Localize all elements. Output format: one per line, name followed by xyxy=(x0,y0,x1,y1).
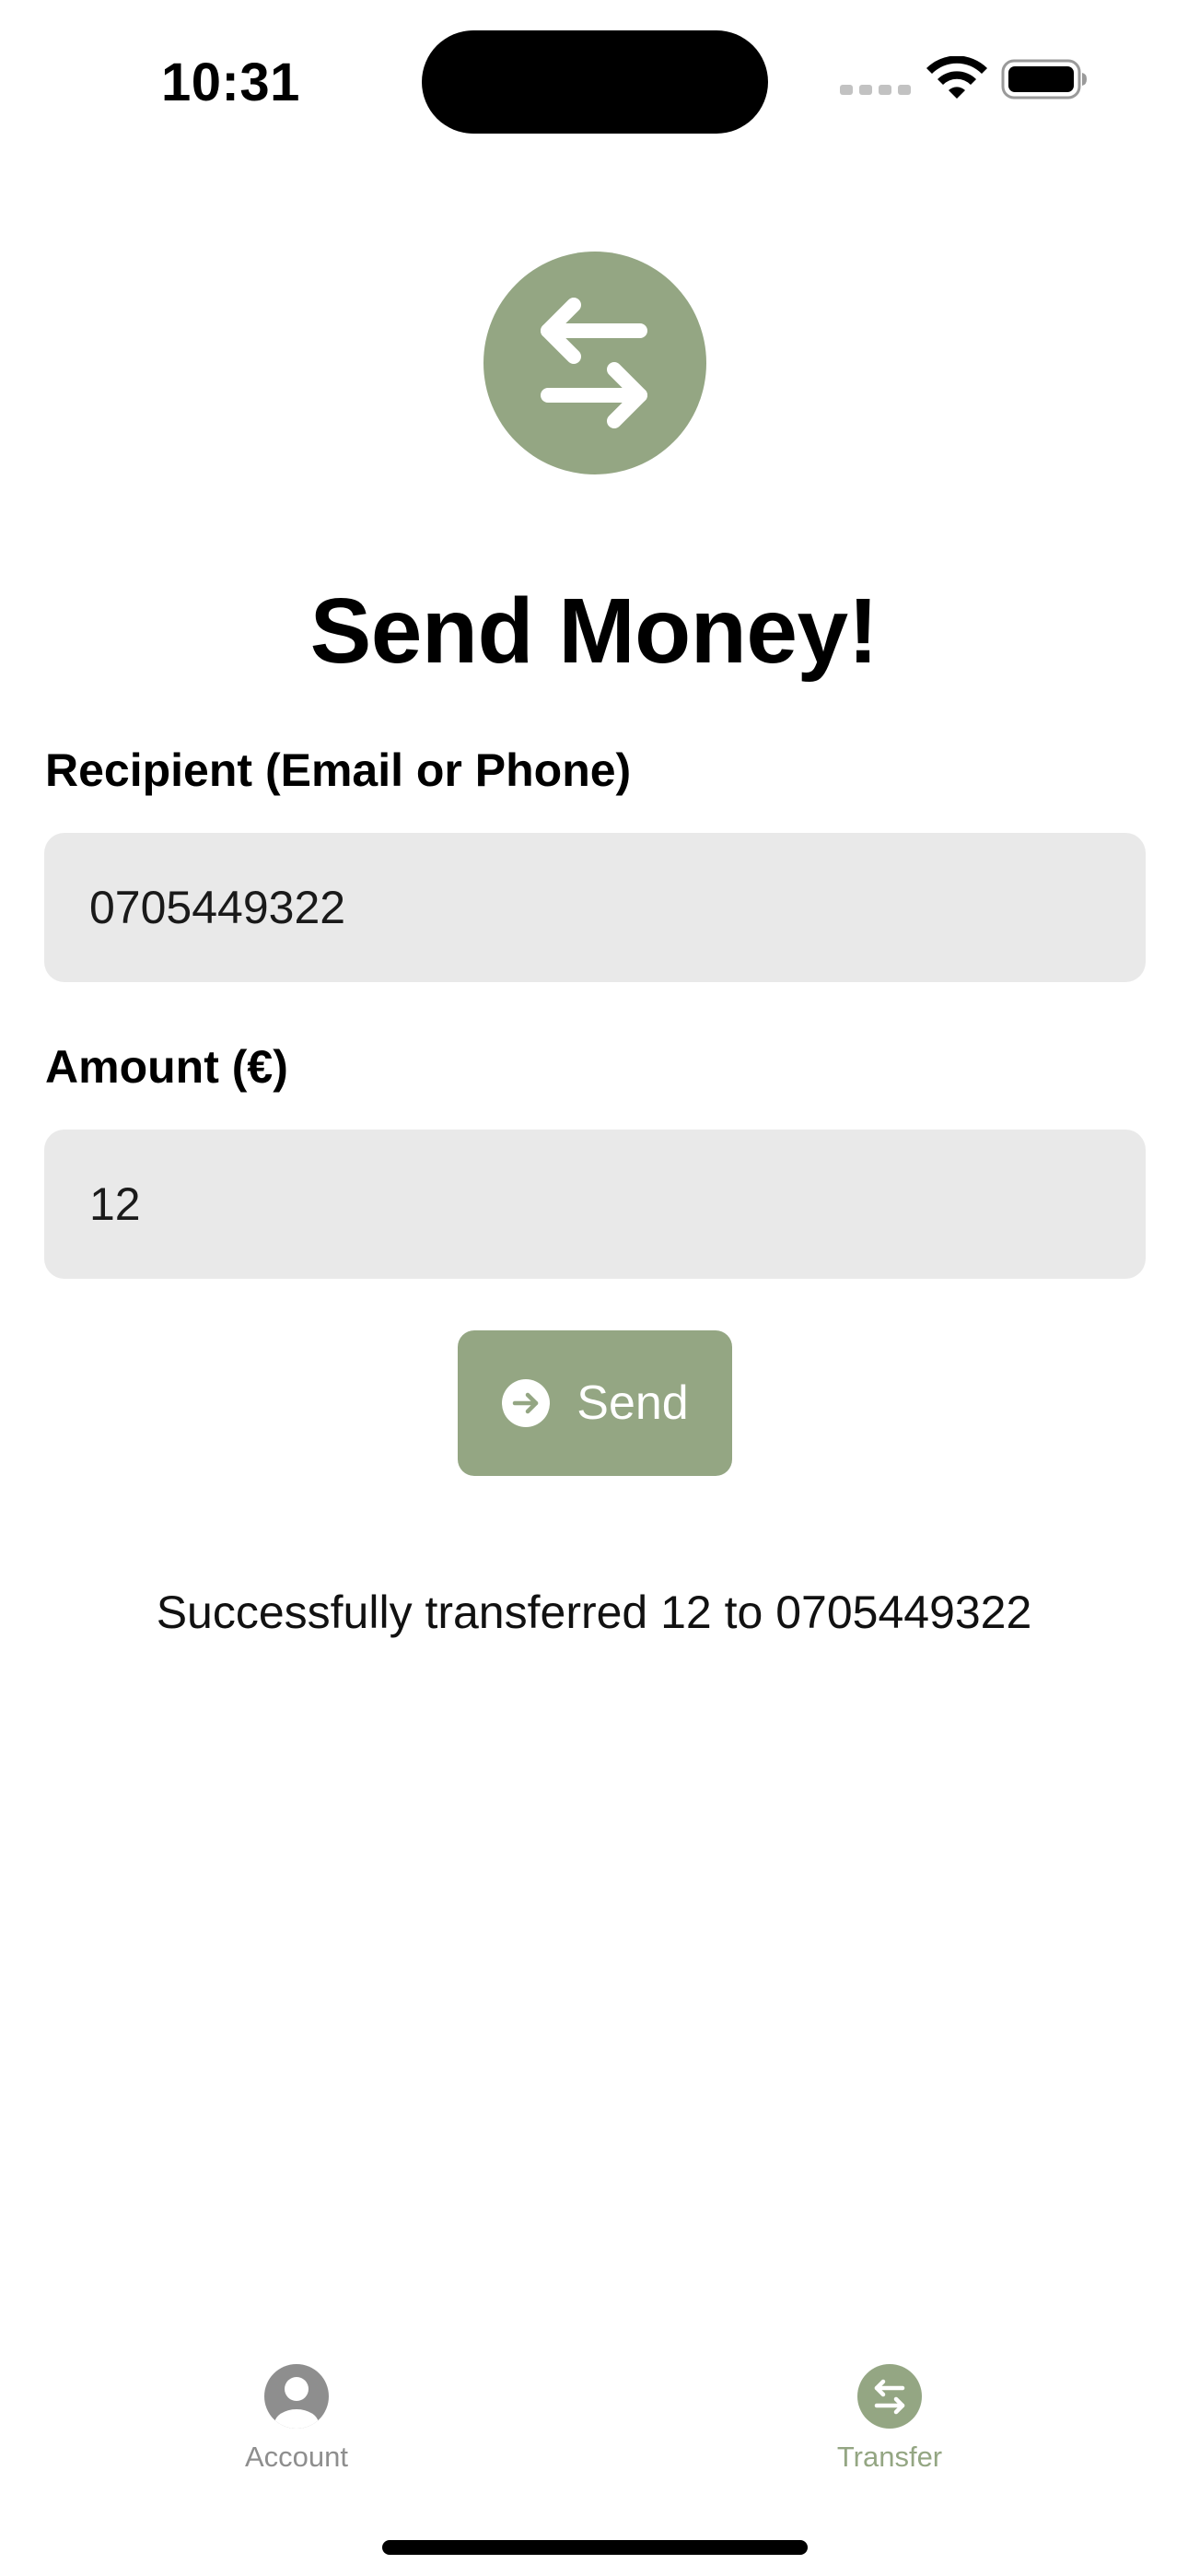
transfer-status-message: Successfully transferred 12 to 070544932… xyxy=(156,1587,1032,1638)
status-bar-time: 10:31 xyxy=(161,53,300,112)
transfer-hero-icon xyxy=(483,252,706,474)
page-title: Send Money! xyxy=(309,580,879,683)
wifi-icon xyxy=(926,56,987,99)
dynamic-island xyxy=(422,30,768,134)
amount-input[interactable]: 12 xyxy=(44,1130,1146,1279)
cellular-signal-icon xyxy=(840,85,911,95)
person-circle-icon xyxy=(264,2364,329,2429)
send-button[interactable]: Send xyxy=(458,1330,732,1476)
recipient-label: Recipient (Email or Phone) xyxy=(45,744,632,796)
arrows-left-right-icon xyxy=(541,298,647,428)
home-indicator xyxy=(382,2540,808,2555)
send-button-label: Send xyxy=(577,1376,689,1430)
arrow-right-circle-icon xyxy=(502,1379,551,1427)
status-bar-icons xyxy=(840,52,1089,107)
amount-input-value: 12 xyxy=(89,1178,141,1230)
tab-transfer-label: Transfer xyxy=(836,2441,943,2473)
tab-account-label: Account xyxy=(244,2441,348,2473)
battery-icon xyxy=(1001,59,1087,100)
recipient-input-value: 0705449322 xyxy=(89,882,346,933)
arrows-left-right-circle-icon xyxy=(857,2364,922,2429)
tab-transfer[interactable]: Transfer xyxy=(779,2363,1000,2476)
amount-label: Amount (€) xyxy=(45,1041,288,1093)
tab-account[interactable]: Account xyxy=(186,2363,407,2476)
recipient-input[interactable]: 0705449322 xyxy=(44,833,1146,982)
